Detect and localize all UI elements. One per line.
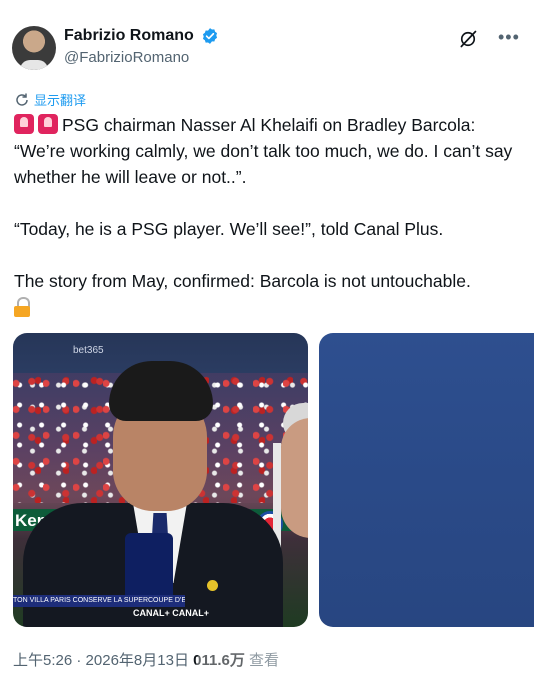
- tweet-paragraph-3: The story from May, confirmed: Barcola i…: [14, 268, 524, 320]
- media-photo-2[interactable]: [319, 333, 534, 627]
- tweet-line-1: PSG chairman Nasser Al Khelaifi on Bradl…: [14, 115, 513, 187]
- media-photo-1[interactable]: bet365 Ken CANAL+ CANAL+ TON VILLA PARIS…: [13, 333, 308, 627]
- microphone: [125, 533, 173, 603]
- tweet-line-3: The story from May, confirmed: Barcola i…: [14, 271, 471, 291]
- police-light-icon: [14, 114, 34, 134]
- meta-separator: ·: [72, 652, 86, 669]
- tweet-text: PSG chairman Nasser Al Khelaifi on Bradl…: [14, 112, 524, 320]
- police-light-icon: [38, 114, 58, 134]
- author-handle[interactable]: @FabrizioRomano: [64, 49, 219, 66]
- grok-icon[interactable]: [458, 29, 478, 49]
- watermark: [196, 652, 336, 672]
- hair: [109, 361, 213, 421]
- tv-chyron: TON VILLA PARIS CONSERVE LA SUPERCOUPE D…: [13, 595, 185, 607]
- translate-link[interactable]: 显示翻译: [14, 90, 86, 108]
- tweet-line-2: “Today, he is a PSG player. We’ll see!”,…: [14, 219, 444, 239]
- media-gallery: bet365 Ken CANAL+ CANAL+ TON VILLA PARIS…: [13, 333, 534, 627]
- unlocked-icon: [14, 297, 30, 317]
- translate-icon: [16, 93, 28, 106]
- more-options-icon[interactable]: •••: [498, 28, 519, 49]
- author-info: Fabrizio Romano @FabrizioRomano: [64, 27, 219, 66]
- avatar[interactable]: [12, 26, 56, 70]
- post-time[interactable]: 上午5:26: [13, 652, 72, 669]
- microphone-label: CANAL+ CANAL+: [133, 608, 210, 618]
- interviewer-head: [281, 418, 308, 538]
- post-date[interactable]: 2026年8月13日: [86, 652, 189, 669]
- lapel-pin: [207, 580, 218, 591]
- tweet-header: Fabrizio Romano @FabrizioRomano •••: [12, 25, 519, 73]
- verified-badge-icon: [203, 28, 218, 44]
- avatar-shirt: [20, 60, 48, 70]
- tweet-paragraph-1: PSG chairman Nasser Al Khelaifi on Bradl…: [14, 112, 524, 190]
- translate-label[interactable]: 显示翻译: [34, 93, 86, 108]
- author-name[interactable]: Fabrizio Romano: [64, 27, 194, 45]
